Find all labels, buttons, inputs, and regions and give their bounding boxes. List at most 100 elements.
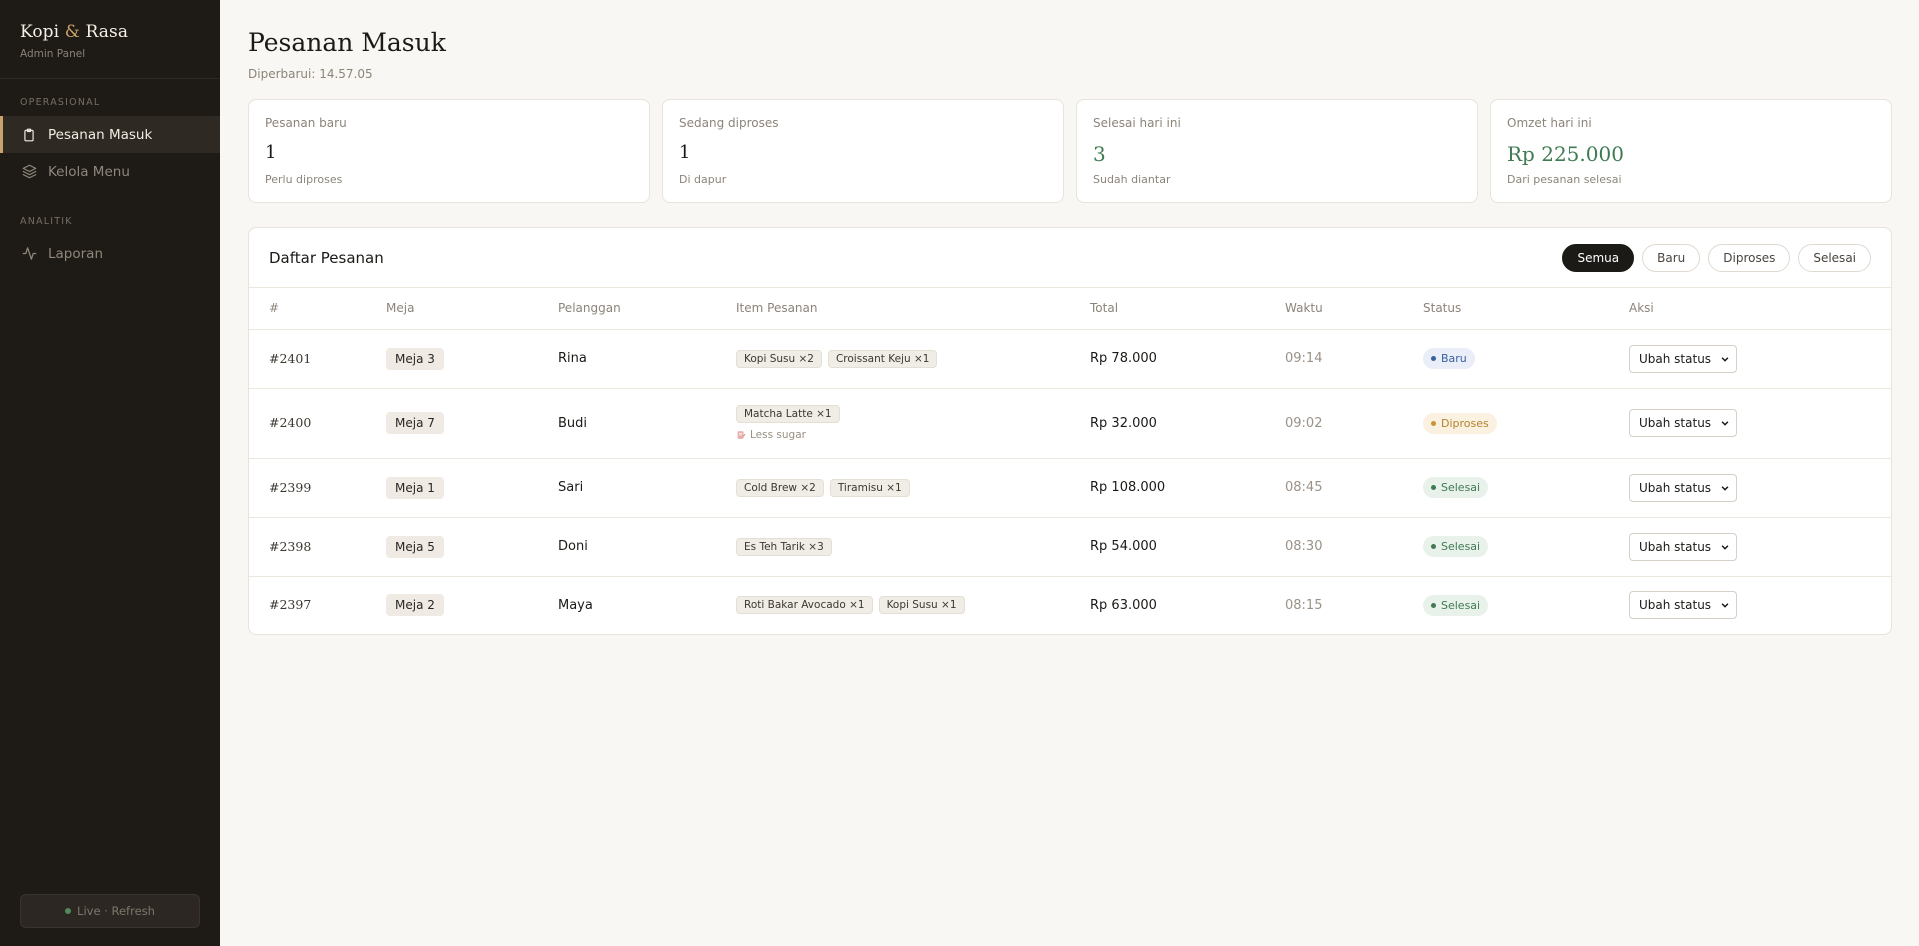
- filter-diproses[interactable]: Diproses: [1708, 243, 1791, 272]
- column-header-id: #: [249, 288, 386, 330]
- page-title: Pesanan Masuk: [248, 28, 446, 57]
- sidebar-item-label: Pesanan Masuk: [48, 126, 153, 143]
- orders-table: # Meja Pelanggan Item Pesanan Total Wakt…: [249, 288, 1891, 634]
- stat-value: 1: [679, 142, 691, 163]
- column-header-pelanggan: Pelanggan: [558, 288, 736, 330]
- status-select[interactable]: Ubah status: [1629, 591, 1737, 620]
- clipboard-icon: [20, 126, 38, 144]
- stat-card-selesai: Selesai hari ini 3 Sudah diantar: [1076, 99, 1478, 203]
- order-time: 08:30: [1285, 539, 1323, 554]
- status-select[interactable]: Ubah status: [1629, 532, 1737, 561]
- order-note: Less sugar: [736, 429, 1090, 441]
- status-badge: Baru: [1423, 348, 1475, 369]
- table-header-row: # Meja Pelanggan Item Pesanan Total Wakt…: [249, 288, 1891, 330]
- order-total: Rp 78.000: [1090, 351, 1157, 366]
- item-chip: Es Teh Tarik ×3: [736, 537, 832, 556]
- stat-sub: Di dapur: [679, 173, 727, 186]
- order-note-text: Less sugar: [750, 429, 806, 441]
- order-time: 08:15: [1285, 597, 1323, 613]
- table-row: #2399 Meja 1 Sari Cold Brew ×2 Tiramisu …: [249, 458, 1891, 518]
- orders-title: Daftar Pesanan: [269, 248, 384, 267]
- sidebar-item-laporan[interactable]: Laporan: [0, 235, 220, 272]
- status-badge: Diproses: [1423, 412, 1497, 434]
- status-select-label: Ubah status: [1639, 539, 1712, 554]
- table-badge: Meja 1: [386, 476, 444, 499]
- orders-header: Daftar Pesanan Semua Baru Diproses Seles…: [249, 228, 1891, 288]
- activity-icon: [20, 245, 38, 263]
- sidebar-item-label: Laporan: [48, 245, 104, 262]
- stat-label: Pesanan baru: [265, 116, 347, 130]
- section-label-operasional: OPERASIONAL: [20, 97, 101, 108]
- item-chips: Cold Brew ×2 Tiramisu ×1: [736, 478, 1090, 497]
- filter-selesai[interactable]: Selesai: [1798, 243, 1871, 272]
- table-badge: Meja 3: [386, 347, 444, 370]
- item-chips: Kopi Susu ×2 Croissant Keju ×1: [736, 349, 1090, 368]
- sidebar-item-pesanan-masuk[interactable]: Pesanan Masuk: [0, 116, 220, 153]
- stat-value: 3: [1093, 142, 1106, 166]
- order-id: #2400: [269, 415, 312, 430]
- customer-name: Doni: [558, 517, 736, 577]
- status-badge: Selesai: [1423, 594, 1489, 616]
- stat-value: Rp 225.000: [1507, 142, 1624, 166]
- brand: Kopi & Rasa Admin Panel: [0, 0, 220, 79]
- stat-label: Omzet hari ini: [1507, 116, 1592, 130]
- stats-row: Pesanan baru 1 Perlu diproses Sedang dip…: [248, 99, 1892, 203]
- stat-sub: Perlu diproses: [265, 173, 343, 186]
- order-id: #2398: [269, 538, 312, 554]
- item-chips: Matcha Latte ×1: [736, 405, 1090, 423]
- stat-label: Selesai hari ini: [1093, 116, 1181, 130]
- item-chips: Es Teh Tarik ×3: [736, 537, 1090, 556]
- table-badge: Meja 2: [386, 594, 444, 617]
- status-badge: Selesai: [1423, 477, 1489, 498]
- customer-name: Sari: [558, 458, 736, 518]
- stat-sub: Sudah diantar: [1093, 173, 1171, 186]
- brand-subtitle: Admin Panel: [20, 48, 86, 60]
- table-badge: Meja 7: [386, 412, 444, 434]
- brand-title: Kopi & Rasa: [20, 22, 200, 42]
- chevron-down-icon: [1721, 544, 1729, 550]
- brand-title-a: Kopi: [20, 22, 60, 42]
- status-select-label: Ubah status: [1639, 416, 1712, 430]
- stat-card-omzet: Omzet hari ini Rp 225.000 Dari pesanan s…: [1490, 99, 1892, 203]
- section-label-analitik: ANALITIK: [20, 216, 73, 227]
- sidebar-item-kelola-menu[interactable]: Kelola Menu: [0, 153, 220, 190]
- column-header-total: Total: [1090, 288, 1285, 330]
- item-chip: Kopi Susu ×1: [878, 596, 965, 615]
- table-row: #2400 Meja 7 Budi Matcha Latte ×1 Less s…: [249, 388, 1891, 459]
- item-chip: Matcha Latte ×1: [736, 405, 840, 423]
- status-select[interactable]: Ubah status: [1629, 409, 1737, 437]
- order-id: #2397: [269, 597, 312, 613]
- live-refresh-label: Live · Refresh: [77, 904, 155, 918]
- stat-card-pesanan-baru: Pesanan baru 1 Perlu diproses: [248, 99, 650, 203]
- order-total: Rp 108.000: [1090, 480, 1166, 495]
- stat-value: 1: [265, 142, 277, 163]
- status-select-label: Ubah status: [1639, 351, 1712, 366]
- filter-semua[interactable]: Semua: [1562, 243, 1635, 272]
- customer-name: Budi: [558, 388, 736, 459]
- sidebar-item-label: Kelola Menu: [48, 163, 130, 180]
- table-row: #2401 Meja 3 Rina Kopi Susu ×2 Croissant…: [249, 329, 1891, 389]
- item-chips: Roti Bakar Avocado ×1 Kopi Susu ×1: [736, 596, 1090, 615]
- stat-sub: Dari pesanan selesai: [1507, 173, 1622, 186]
- table-row: #2398 Meja 5 Doni Es Teh Tarik ×3 Rp 54.…: [249, 517, 1891, 577]
- column-header-status: Status: [1423, 288, 1629, 330]
- status-select[interactable]: Ubah status: [1629, 344, 1737, 373]
- order-time: 08:45: [1285, 480, 1323, 495]
- updated-timestamp: Diperbarui: 14.57.05: [248, 67, 373, 81]
- item-chip: Kopi Susu ×2: [736, 349, 822, 368]
- order-id: #2399: [269, 479, 312, 495]
- status-select[interactable]: Ubah status: [1629, 473, 1737, 502]
- brand-title-b: Rasa: [85, 22, 129, 42]
- column-header-aksi: Aksi: [1629, 288, 1891, 330]
- customer-name: Maya: [558, 597, 593, 613]
- table-badge: Meja 5: [386, 535, 444, 558]
- note-icon: [737, 431, 746, 439]
- live-refresh-button[interactable]: Live · Refresh: [20, 894, 200, 928]
- item-chip: Roti Bakar Avocado ×1: [736, 596, 873, 615]
- item-chip: Croissant Keju ×1: [827, 349, 938, 368]
- order-time: 09:02: [1285, 415, 1323, 431]
- live-dot-icon: [65, 908, 72, 914]
- filter-baru[interactable]: Baru: [1642, 243, 1701, 272]
- order-total: Rp 63.000: [1090, 597, 1157, 613]
- item-chip: Cold Brew ×2: [736, 478, 824, 497]
